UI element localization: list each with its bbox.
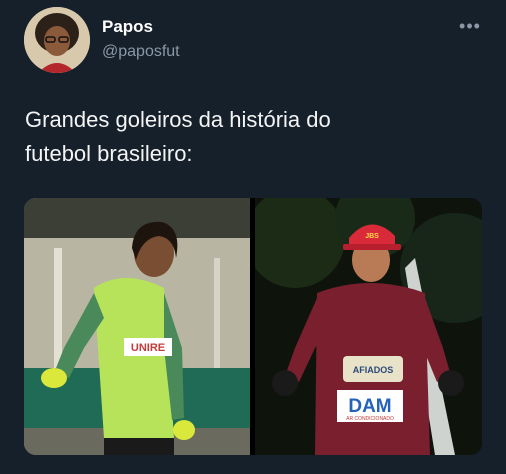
jersey-sponsor-label: AFIADOS [353,365,394,375]
tweet-media-grid: UNIRE JBS AFIADOS DAM AR CONDICIONADO [24,198,482,455]
author-name[interactable]: Papos [102,17,153,37]
jersey-sponsor-label: UNIRE [131,342,165,354]
tweet-text-line: Grandes goleiros da história do [25,107,331,132]
jersey-sponsor2-sub: AR CONDICIONADO [346,416,394,422]
author-handle[interactable]: @paposfut [102,43,180,61]
author-avatar[interactable] [24,7,90,73]
jersey-sponsor2-label: DAM [348,396,391,417]
tweet-text: Grandes goleiros da história do futebol … [25,103,485,171]
more-options-button[interactable]: ••• [455,14,485,38]
tweet: Papos @paposfut ••• Grandes goleiros da … [0,0,506,474]
cap-logo-label: JBS [365,233,379,240]
tweet-text-line: futebol brasileiro: [25,141,193,166]
media-photo-goalkeeper-green[interactable]: UNIRE [24,198,250,455]
more-horizontal-icon: ••• [459,15,481,36]
media-photo-goalkeeper-maroon[interactable]: JBS AFIADOS DAM AR CONDICIONADO [255,198,482,455]
